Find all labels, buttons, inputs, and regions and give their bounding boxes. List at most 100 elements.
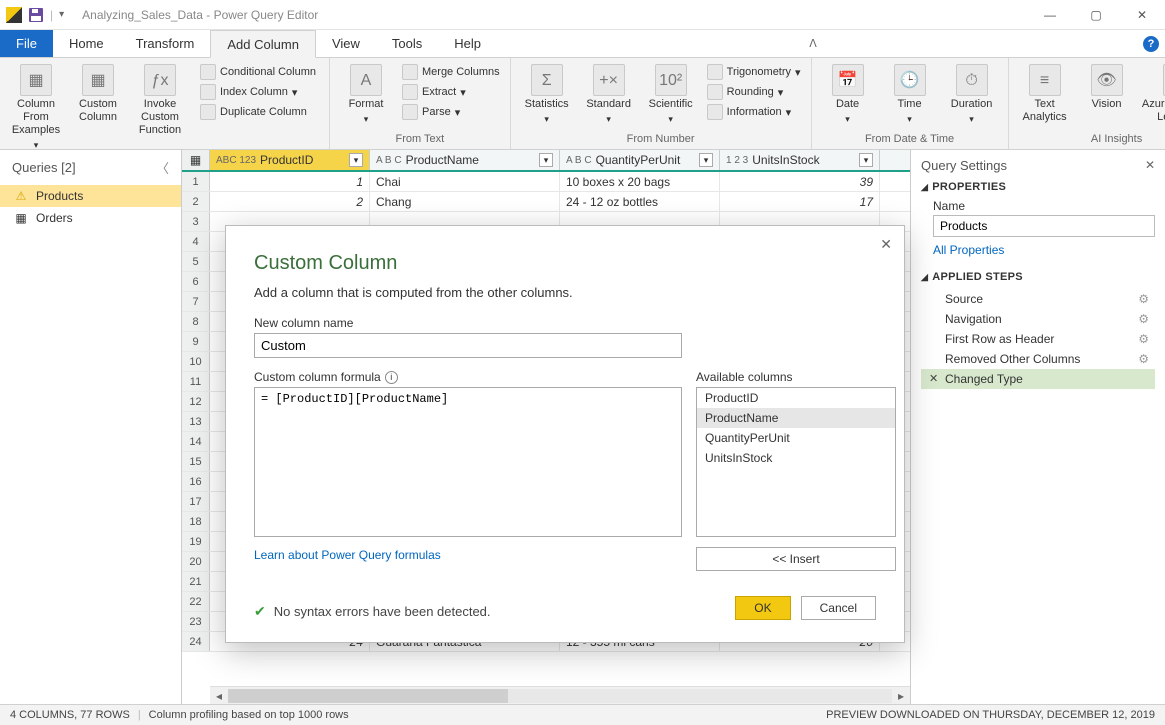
dialog-close-icon[interactable]: ✕ [880, 236, 892, 253]
column-header-productname[interactable]: A B CProductName▾ [370, 150, 560, 170]
gear-icon[interactable]: ⚙ [1138, 352, 1149, 366]
app-logo [6, 7, 22, 23]
extract-button[interactable]: Extract ▾ [398, 82, 504, 102]
formula-input[interactable] [254, 387, 682, 537]
new-column-name-input[interactable] [254, 333, 682, 358]
step-changed-type[interactable]: ✕Changed Type [921, 369, 1155, 389]
tab-view[interactable]: View [316, 30, 376, 57]
new-column-name-label: New column name [254, 316, 876, 330]
conditional-column-button[interactable]: Conditional Column [196, 62, 320, 82]
info-icon[interactable]: i [385, 371, 398, 384]
qat-divider: | [50, 8, 53, 22]
filter-icon[interactable]: ▾ [859, 153, 873, 167]
column-from-examples-button[interactable]: ▦Column From Examples▾ [6, 62, 66, 152]
available-column-productid[interactable]: ProductID [697, 388, 895, 408]
close-settings-icon[interactable]: ✕ [1145, 158, 1155, 172]
duration-button[interactable]: ⏱Duration▾ [942, 62, 1002, 126]
table-row[interactable]: 1 1 Chai 10 boxes x 20 bags 39 [182, 172, 910, 192]
gear-icon[interactable]: ⚙ [1138, 332, 1149, 346]
help-icon[interactable]: ? [1137, 30, 1165, 57]
column-header-productid[interactable]: ABC 123ProductID▾ [210, 150, 370, 170]
custom-column-button[interactable]: ▦Custom Column [68, 62, 128, 124]
query-item-products[interactable]: ⚠Products [0, 185, 181, 207]
custom-column-dialog: ✕ Custom Column Add a column that is com… [225, 225, 905, 643]
index-column-button[interactable]: Index Column ▾ [196, 82, 320, 102]
close-button[interactable]: ✕ [1119, 0, 1165, 30]
step-removed-other-columns[interactable]: Removed Other Columns⚙ [921, 349, 1155, 369]
formula-label: Custom column formula [254, 370, 381, 384]
tab-home[interactable]: Home [53, 30, 120, 57]
trigonometry-button[interactable]: Trigonometry ▾ [703, 62, 805, 82]
parse-button[interactable]: Parse ▾ [398, 102, 504, 122]
status-bar: 4 COLUMNS, 77 ROWS | Column profiling ba… [0, 704, 1165, 725]
warning-icon: ⚠ [14, 189, 28, 203]
window-title: Analyzing_Sales_Data - Power Query Edito… [82, 8, 318, 22]
step-navigation[interactable]: Navigation⚙ [921, 309, 1155, 329]
all-properties-link[interactable]: All Properties [933, 243, 1155, 257]
gear-icon[interactable]: ⚙ [1138, 292, 1149, 306]
learn-formulas-link[interactable]: Learn about Power Query formulas [254, 548, 682, 562]
tab-file[interactable]: File [0, 30, 53, 57]
column-header-quantityperunit[interactable]: A B CQuantityPerUnit▾ [560, 150, 720, 170]
qat-dropdown-icon[interactable]: ▾ [59, 9, 64, 20]
check-icon: ✔ [254, 603, 266, 620]
properties-heading: PROPERTIES [932, 181, 1006, 193]
query-name-input[interactable] [933, 215, 1155, 237]
group-from-text-label: From Text [336, 131, 504, 147]
insert-button[interactable]: << Insert [696, 547, 896, 571]
syntax-status: No syntax errors have been detected. [274, 604, 491, 619]
vision-button[interactable]: 👁Vision [1077, 62, 1137, 111]
available-columns-label: Available columns [696, 370, 896, 384]
tab-transform[interactable]: Transform [120, 30, 211, 57]
collapse-queries-icon[interactable]: 〈 [156, 158, 169, 177]
available-column-unitsinstock[interactable]: UnitsInStock [697, 448, 895, 468]
information-button[interactable]: Information ▾ [703, 102, 805, 122]
available-column-productname[interactable]: ProductName [697, 408, 895, 428]
maximize-button[interactable]: ▢ [1073, 0, 1119, 30]
delete-step-icon[interactable]: ✕ [929, 372, 938, 385]
group-from-number-label: From Number [517, 131, 805, 147]
minimize-button[interactable]: — [1027, 0, 1073, 30]
queries-header: Queries [2] [12, 160, 76, 175]
tab-add-column[interactable]: Add Column [210, 30, 316, 58]
filter-icon[interactable]: ▾ [539, 153, 553, 167]
save-icon[interactable] [28, 7, 44, 23]
applied-steps-heading: APPLIED STEPS [932, 271, 1023, 283]
table-row[interactable]: 2 2 Chang 24 - 12 oz bottles 17 [182, 192, 910, 212]
date-button[interactable]: 📅Date▾ [818, 62, 878, 126]
time-button[interactable]: 🕒Time▾ [880, 62, 940, 126]
available-columns-list[interactable]: ProductIDProductNameQuantityPerUnitUnits… [696, 387, 896, 537]
query-item-orders[interactable]: ▦Orders [0, 207, 181, 229]
status-downloaded: PREVIEW DOWNLOADED ON THURSDAY, DECEMBER… [826, 709, 1155, 721]
status-columns: 4 COLUMNS, 77 ROWS [10, 709, 130, 721]
column-header-unitsinstock[interactable]: 1 2 3UnitsInStock▾ [720, 150, 880, 170]
standard-button[interactable]: +×Standard▾ [579, 62, 639, 126]
azure-ml-button[interactable]: ⚗Azure Machine Learning [1139, 62, 1165, 124]
cancel-button[interactable]: Cancel [801, 596, 876, 620]
ok-button[interactable]: OK [735, 596, 790, 620]
scientific-button[interactable]: 10²Scientific▾ [641, 62, 701, 126]
ribbon: ▦Column From Examples▾ ▦Custom Column ƒx… [0, 58, 1165, 150]
duplicate-column-button[interactable]: Duplicate Column [196, 102, 320, 122]
group-from-date-label: From Date & Time [818, 131, 1002, 147]
ribbon-tabs: File Home Transform Add Column View Tool… [0, 30, 1165, 58]
title-bar: | ▾ Analyzing_Sales_Data - Power Query E… [0, 0, 1165, 30]
step-source[interactable]: Source⚙ [921, 289, 1155, 309]
merge-columns-button[interactable]: Merge Columns [398, 62, 504, 82]
rounding-button[interactable]: Rounding ▾ [703, 82, 805, 102]
dialog-title: Custom Column [254, 252, 876, 275]
invoke-custom-function-button[interactable]: ƒxInvoke Custom Function [130, 62, 190, 137]
step-first-row-as-header[interactable]: First Row as Header⚙ [921, 329, 1155, 349]
gear-icon[interactable]: ⚙ [1138, 312, 1149, 326]
collapse-ribbon-icon[interactable]: ᐱ [809, 37, 817, 50]
tab-help[interactable]: Help [438, 30, 497, 57]
filter-icon[interactable]: ▾ [699, 153, 713, 167]
horizontal-scrollbar[interactable]: ◂▸ [210, 686, 910, 704]
available-column-quantityperunit[interactable]: QuantityPerUnit [697, 428, 895, 448]
filter-icon[interactable]: ▾ [349, 153, 363, 167]
format-button[interactable]: AFormat▾ [336, 62, 396, 126]
statistics-button[interactable]: ΣStatistics▾ [517, 62, 577, 126]
text-analytics-button[interactable]: ≡Text Analytics [1015, 62, 1075, 124]
tab-tools[interactable]: Tools [376, 30, 438, 57]
select-all-cell[interactable]: ▦ [182, 150, 210, 170]
